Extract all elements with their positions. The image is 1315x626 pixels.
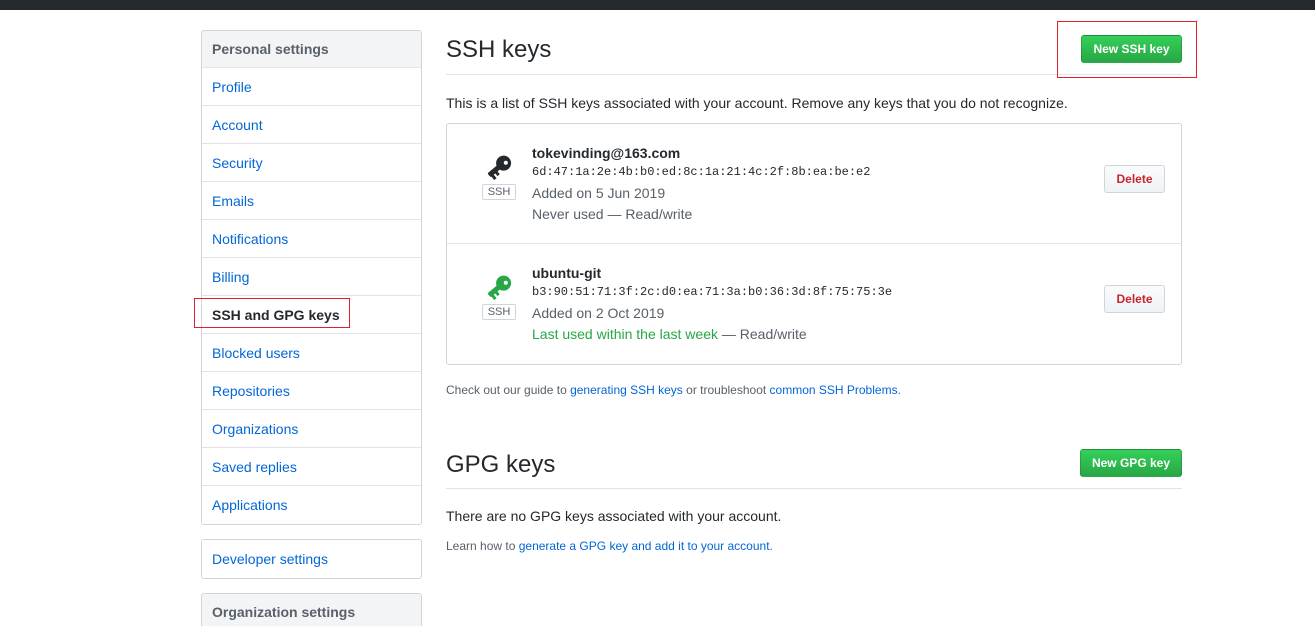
ssh-key-usage-line: Last used within the last week — Read/wr… <box>532 324 892 345</box>
key-icon-group: SSH <box>479 154 519 200</box>
sidebar-item-notifications[interactable]: Notifications <box>202 220 421 258</box>
gpg-empty-message: There are no GPG keys associated with yo… <box>446 508 782 524</box>
ssh-key-list: SSH tokevinding@163.com 6d:47:1a:2e:4b:b… <box>446 123 1182 365</box>
delete-ssh-key-button[interactable]: Delete <box>1104 285 1165 313</box>
key-icon <box>487 275 512 300</box>
ssh-key-added-date: Added on 2 Oct 2019 <box>532 305 665 321</box>
gpg-keys-title: GPG keys <box>446 451 556 478</box>
sidebar-item-security[interactable]: Security <box>202 144 421 182</box>
ssh-keys-intro: This is a list of SSH keys associated wi… <box>446 95 1068 111</box>
key-icon-group: SSH <box>479 274 519 320</box>
ssh-badge: SSH <box>481 304 517 320</box>
sidebar-item-applications[interactable]: Applications <box>202 486 421 524</box>
ssh-key-details: tokevinding@163.com 6d:47:1a:2e:4b:b0:ed… <box>532 144 870 225</box>
ssh-note-prefix: Check out our guide to <box>446 383 571 397</box>
new-gpg-key-button[interactable]: New GPG key <box>1080 449 1182 477</box>
ssh-keys-title: SSH keys <box>446 36 552 63</box>
generate-gpg-key-link[interactable]: generate a GPG key and add it to your ac… <box>519 539 770 553</box>
ssh-key-title: tokevinding@163.com <box>532 145 681 161</box>
sidebar-item-ssh-gpg-keys[interactable]: SSH and GPG keys <box>202 296 421 334</box>
ssh-key-details: ubuntu-git b3:90:51:71:3f:2c:d0:ea:71:3a… <box>532 264 892 345</box>
developer-settings-menu: Developer settings <box>201 539 422 579</box>
sidebar-item-emails[interactable]: Emails <box>202 182 421 220</box>
ssh-key-usage: Never used <box>532 206 604 222</box>
ssh-key-access: — Read/write <box>718 326 807 342</box>
ssh-key-fingerprint: b3:90:51:71:3f:2c:d0:ea:71:3a:b0:36:3d:8… <box>532 285 893 299</box>
delete-ssh-key-button[interactable]: Delete <box>1104 165 1165 193</box>
gpg-learn-prefix: Learn how to <box>446 539 519 553</box>
personal-settings-heading: Personal settings <box>202 31 421 68</box>
organization-settings-menu: Organization settings <box>201 593 422 626</box>
sidebar-item-saved-replies[interactable]: Saved replies <box>202 448 421 486</box>
key-icon <box>487 155 512 180</box>
ssh-key-row: SSH tokevinding@163.com 6d:47:1a:2e:4b:b… <box>447 124 1181 244</box>
ssh-key-added-date: Added on 5 Jun 2019 <box>532 185 666 201</box>
ssh-key-usage: Last used within the last week <box>532 326 718 342</box>
gpg-learn-suffix: . <box>769 539 773 553</box>
sidebar-item-account[interactable]: Account <box>202 106 421 144</box>
ssh-key-title: ubuntu-git <box>532 265 602 281</box>
top-header-bar <box>0 0 1315 10</box>
ssh-note-middle: or troubleshoot <box>682 383 770 397</box>
gpg-keys-header: GPG keys New GPG key <box>446 436 1182 489</box>
generating-ssh-keys-link[interactable]: generating SSH keys <box>570 383 683 397</box>
ssh-badge: SSH <box>481 184 517 200</box>
sidebar-item-repositories[interactable]: Repositories <box>202 372 421 410</box>
ssh-key-row: SSH ubuntu-git b3:90:51:71:3f:2c:d0:ea:7… <box>447 244 1181 364</box>
personal-settings-menu: Personal settings Profile Account Securi… <box>201 30 422 525</box>
common-ssh-problems-link[interactable]: common SSH Problems <box>770 383 898 397</box>
main-content: SSH keys New SSH key This is a list of S… <box>446 30 1182 553</box>
sidebar-item-developer-settings[interactable]: Developer settings <box>202 540 421 578</box>
sidebar-item-billing[interactable]: Billing <box>202 258 421 296</box>
ssh-key-fingerprint: 6d:47:1a:2e:4b:b0:ed:8c:1a:21:4c:2f:8b:e… <box>532 165 871 179</box>
organization-settings-heading: Organization settings <box>202 594 421 626</box>
sidebar-item-blocked-users[interactable]: Blocked users <box>202 334 421 372</box>
gpg-learn-note: Learn how to generate a GPG key and add … <box>446 539 1182 553</box>
new-ssh-key-button[interactable]: New SSH key <box>1081 35 1182 63</box>
ssh-key-access: — Read/write <box>603 206 693 222</box>
sidebar-item-organizations[interactable]: Organizations <box>202 410 421 448</box>
ssh-note-suffix: . <box>897 383 901 397</box>
ssh-help-note: Check out our guide to generating SSH ke… <box>446 383 1182 397</box>
ssh-keys-header: SSH keys New SSH key <box>446 30 1182 75</box>
sidebar-item-profile[interactable]: Profile <box>202 68 421 106</box>
ssh-key-usage-line: Never used — Read/write <box>532 204 870 225</box>
